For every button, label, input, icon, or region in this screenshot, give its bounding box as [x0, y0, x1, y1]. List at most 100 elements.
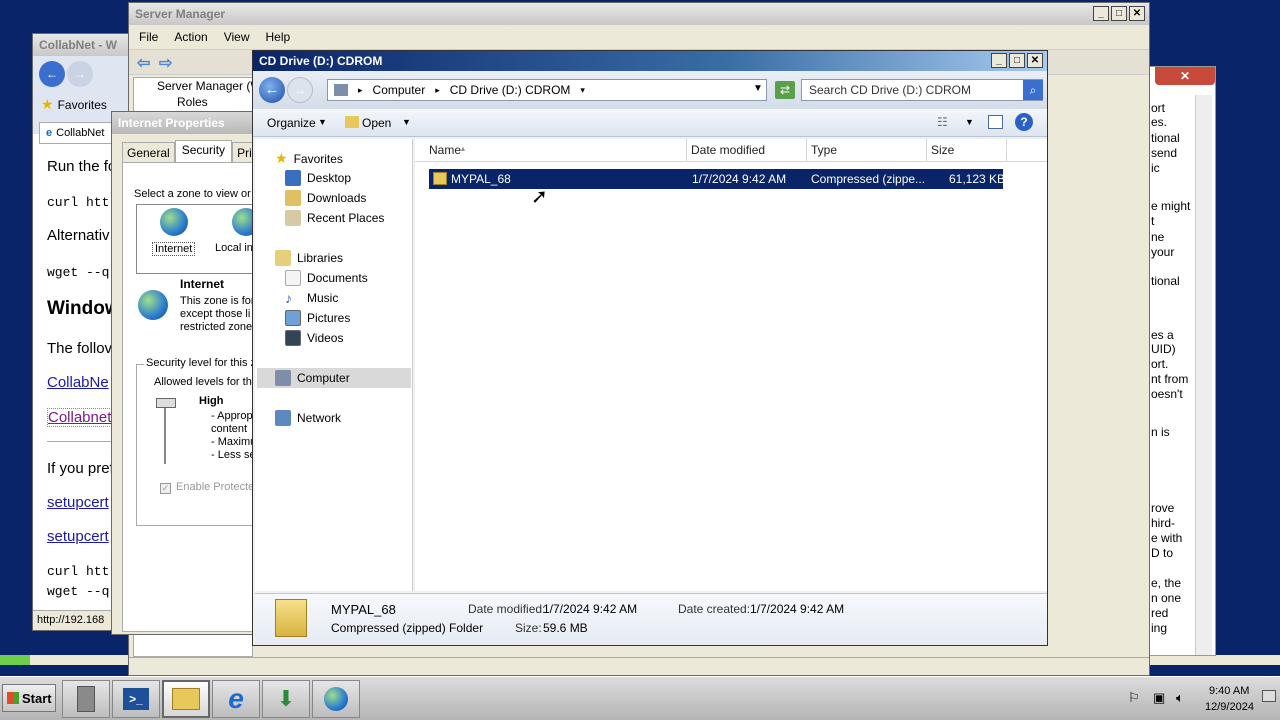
- security-slider-thumb[interactable]: [156, 398, 176, 408]
- taskbar-explorer[interactable]: [162, 680, 210, 718]
- tray-flag-icon[interactable]: ⚐: [1128, 690, 1140, 706]
- right-close-button[interactable]: ✕: [1155, 67, 1215, 85]
- nav-downloads[interactable]: Downloads: [285, 190, 366, 206]
- nav-computer[interactable]: Computer: [275, 370, 350, 386]
- maximize-button[interactable]: □: [1111, 6, 1127, 21]
- details-type: Compressed (zipped) Folder: [331, 621, 484, 635]
- refresh-icon[interactable]: ⇄: [775, 81, 795, 99]
- nav-favorites[interactable]: ★ Favorites: [275, 150, 343, 167]
- internet-properties-dialog[interactable]: Internet Properties General Security Pri…: [111, 111, 256, 635]
- explorer-window[interactable]: CD Drive (D:) CDROM _ □ ✕ ← → ▸ Computer ▸…: [252, 50, 1048, 646]
- page-link[interactable]: CollabNe: [47, 374, 109, 391]
- breadcrumb-computer[interactable]: Computer: [373, 83, 426, 97]
- nav-desktop[interactable]: Desktop: [285, 170, 351, 186]
- page-link[interactable]: setupcert: [47, 528, 109, 545]
- nav-music[interactable]: ♪ Music: [285, 290, 338, 306]
- details-pane: [255, 593, 1047, 645]
- zone-local-label[interactable]: Local in: [215, 242, 253, 254]
- preview-pane-icon[interactable]: [988, 115, 1003, 129]
- nav-videos[interactable]: Videos: [285, 330, 343, 346]
- ie-tab-icon: e: [46, 127, 53, 139]
- start-button[interactable]: Start: [2, 684, 56, 712]
- breadcrumb-dropdown-icon[interactable]: ▾: [580, 85, 585, 96]
- back-button-icon[interactable]: ←: [259, 77, 285, 103]
- menu-view[interactable]: View: [224, 30, 250, 44]
- right-doc-text: ing: [1151, 621, 1168, 635]
- taskbar-install[interactable]: ⬇: [262, 680, 310, 718]
- breadcrumb-separator-icon[interactable]: ▸: [358, 85, 363, 96]
- close-button[interactable]: ✕: [1129, 6, 1145, 21]
- sm-tree-root[interactable]: Server Manager (W: [157, 79, 262, 93]
- right-document-window[interactable]: ✕ ort es. tional send ic e might t ne your tional…: [1148, 66, 1216, 656]
- tray-volume-muted-icon[interactable]: 🔈︎: [1176, 690, 1184, 706]
- file-name: MYPAL_68: [451, 172, 511, 186]
- downloads-icon: [285, 190, 301, 206]
- column-size[interactable]: Size: [927, 139, 1007, 161]
- help-icon[interactable]: ?: [1015, 113, 1033, 131]
- windows-logo-icon: [7, 692, 19, 704]
- ie-icon: e: [228, 683, 244, 714]
- tray-network-icon[interactable]: ▣: [1153, 690, 1165, 706]
- right-doc-text: D to: [1151, 546, 1174, 560]
- right-doc-text: es a: [1151, 328, 1174, 342]
- sm-tree-roles[interactable]: Roles: [177, 95, 208, 109]
- nav-libraries[interactable]: Libraries: [275, 250, 343, 266]
- nav-network[interactable]: Network: [275, 410, 341, 426]
- navigation-pane[interactable]: [255, 139, 413, 591]
- organize-dropdown-icon[interactable]: ▼: [318, 117, 327, 127]
- minimize-button[interactable]: _: [1093, 6, 1109, 21]
- show-desktop-button[interactable]: [1262, 690, 1276, 702]
- enable-protected-checkbox[interactable]: ✓: [160, 483, 171, 494]
- tab-security[interactable]: Security: [174, 140, 233, 163]
- explorer-minimize-button[interactable]: _: [991, 53, 1007, 68]
- breadcrumb-cd-drive[interactable]: CD Drive (D:) CDROM: [450, 83, 571, 97]
- tab-general[interactable]: General: [122, 142, 175, 163]
- menu-file[interactable]: File: [139, 30, 158, 44]
- right-scrollbar[interactable]: [1195, 95, 1212, 655]
- open-button[interactable]: Open: [362, 116, 391, 130]
- security-slider-track[interactable]: [164, 400, 166, 464]
- open-dropdown-icon[interactable]: ▼: [402, 117, 411, 127]
- file-list[interactable]: Name ▴ Date modified Type Size MYPAL_68 …: [415, 139, 1047, 591]
- computer-address-icon: [334, 84, 348, 96]
- right-doc-text: tional: [1151, 131, 1180, 145]
- taskbar-ie[interactable]: e: [212, 680, 260, 718]
- explorer-maximize-button[interactable]: □: [1009, 53, 1025, 68]
- search-input[interactable]: Search CD Drive (D:) CDROM: [809, 83, 971, 97]
- breadcrumb-separator-icon[interactable]: ▸: [435, 85, 440, 96]
- address-history-dropdown-icon[interactable]: ▼: [753, 83, 763, 94]
- nav-recent-places[interactable]: Recent Places: [285, 210, 384, 226]
- taskbar-server-manager[interactable]: [62, 680, 110, 718]
- explorer-close-button[interactable]: ✕: [1027, 53, 1043, 68]
- column-name[interactable]: Name: [415, 139, 687, 161]
- sm-back-icon[interactable]: ⇦: [137, 53, 150, 73]
- browser-back-icon[interactable]: ←: [39, 61, 65, 87]
- nav-documents[interactable]: Documents: [285, 270, 368, 286]
- zone-internet-icon[interactable]: [160, 208, 188, 236]
- videos-icon: [285, 330, 301, 346]
- table-row[interactable]: MYPAL_68 1/7/2024 9:42 AM Compressed (zi…: [429, 169, 1005, 189]
- organize-button[interactable]: Organize: [267, 116, 316, 130]
- sm-forward-icon[interactable]: ⇨: [159, 53, 172, 73]
- right-doc-text: red: [1151, 606, 1169, 620]
- menu-action[interactable]: Action: [174, 30, 207, 44]
- search-icon[interactable]: ⌕: [1023, 80, 1043, 100]
- views-icon[interactable]: ☷: [937, 115, 948, 129]
- zone-internet-label[interactable]: Internet: [152, 242, 196, 256]
- tray-time[interactable]: 9:40 AM: [1209, 685, 1249, 697]
- views-dropdown-icon[interactable]: ▼: [965, 117, 974, 127]
- column-type[interactable]: Type: [807, 139, 927, 161]
- page-link-visited[interactable]: Collabnet: [47, 408, 113, 427]
- browser-forward-icon[interactable]: →: [67, 61, 93, 87]
- browser-favorites[interactable]: Favorites: [58, 98, 107, 112]
- taskbar-powershell[interactable]: >_: [112, 680, 160, 718]
- menu-help[interactable]: Help: [266, 30, 291, 44]
- tray-date[interactable]: 12/9/2024: [1205, 701, 1254, 713]
- taskbar-globe-doc[interactable]: [312, 680, 360, 718]
- forward-button-icon[interactable]: →: [287, 77, 313, 103]
- nav-pictures[interactable]: Pictures: [285, 310, 350, 326]
- page-link[interactable]: setupcert: [47, 494, 109, 511]
- right-doc-text: e might: [1151, 199, 1191, 213]
- desktop-progress-strip: [0, 655, 30, 665]
- column-date-modified[interactable]: Date modified: [687, 139, 807, 161]
